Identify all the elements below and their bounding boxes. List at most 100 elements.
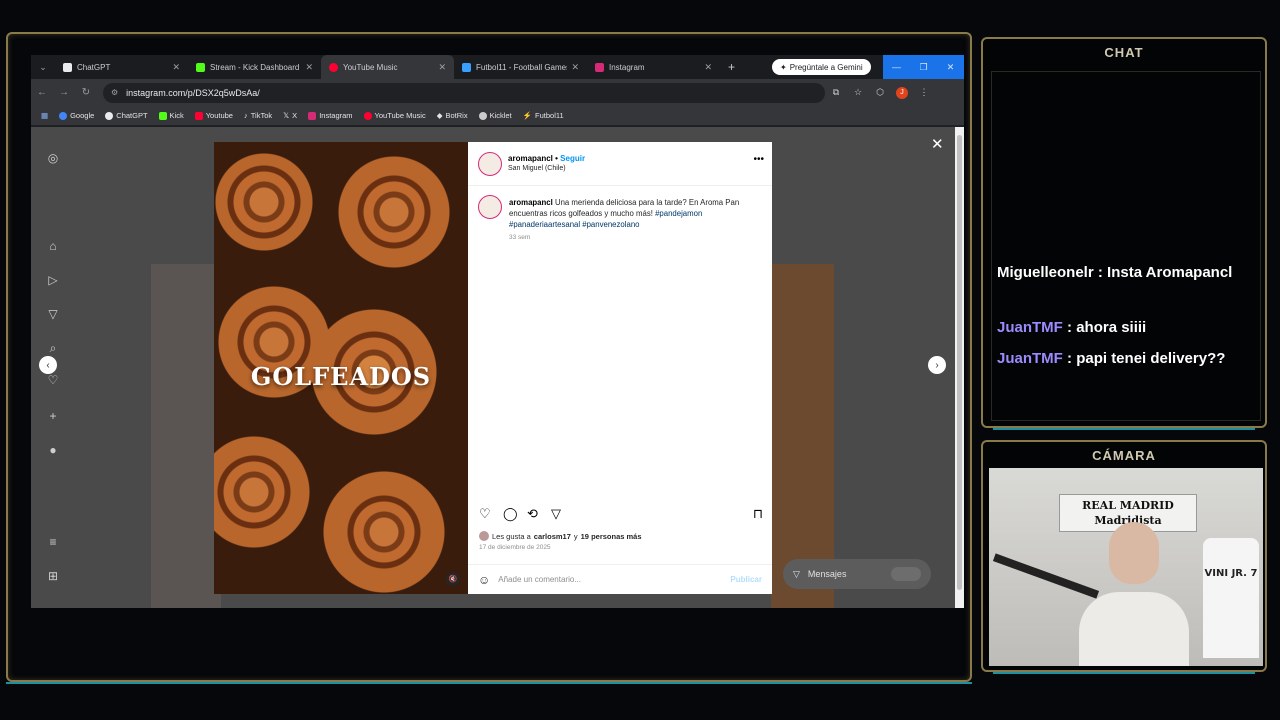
extensions-icon[interactable]: ⬡ bbox=[869, 87, 891, 98]
chat-message: JuanTMF : papi tenei delivery?? bbox=[997, 350, 1226, 367]
reels-icon[interactable]: ▷ bbox=[46, 273, 60, 287]
tab-label: YouTube Music bbox=[343, 62, 398, 72]
profile-icon[interactable]: ● bbox=[46, 443, 60, 457]
futbol11-icon bbox=[462, 62, 471, 72]
profile-avatar[interactable]: J bbox=[891, 86, 913, 99]
instagram-icon bbox=[595, 62, 604, 72]
close-tab-icon[interactable]: ✕ bbox=[172, 62, 180, 73]
post-image: GOLFEADOS 🔇 bbox=[214, 142, 468, 594]
tab-search-icon[interactable]: ⌄ bbox=[31, 62, 55, 73]
post-image-text: GOLFEADOS bbox=[250, 362, 432, 391]
bookmark-tiktok[interactable]: ♪ TikTok bbox=[240, 111, 276, 120]
tab-kick-dashboard[interactable]: Stream - Kick Dashboard ✕ bbox=[188, 55, 321, 79]
reload-icon[interactable]: ↻ bbox=[75, 87, 97, 98]
menu-icon[interactable]: ⋮ bbox=[913, 87, 935, 98]
tab-youtube-music[interactable]: YouTube Music ✕ bbox=[321, 55, 454, 79]
notifications-icon[interactable]: ♡ bbox=[46, 373, 60, 387]
tab-label: ChatGPT bbox=[77, 62, 111, 72]
background-post bbox=[151, 264, 221, 608]
comment-input[interactable]: Añade un comentario... bbox=[498, 575, 581, 584]
post-actions: ♡ ◯ ⟲ ▽ ⊓ bbox=[468, 503, 772, 525]
scrollbar-thumb[interactable] bbox=[957, 135, 962, 590]
bookmark-botrix[interactable]: ◆ BotRix bbox=[433, 111, 472, 120]
bookmark-google[interactable]: Google bbox=[55, 111, 98, 120]
tab-strip: ⌄ ChatGPT ✕ Stream - Kick Dashboard ✕ Yo… bbox=[31, 55, 964, 79]
repost-icon[interactable]: ⟲ bbox=[527, 506, 538, 522]
chat-username: JuanTMF bbox=[997, 350, 1063, 367]
apps-icon[interactable]: ▦ bbox=[37, 111, 52, 120]
tab-label: Instagram bbox=[609, 62, 645, 72]
tab-instagram[interactable]: Instagram ✕ bbox=[587, 55, 720, 79]
tab-futbol11[interactable]: Futbol11 - Football Games ✕ bbox=[454, 55, 587, 79]
messages-button[interactable]: ▽ Mensajes bbox=[783, 559, 931, 589]
publish-button[interactable]: Publicar bbox=[730, 575, 762, 584]
post-details-panel: aromapancl • Seguir San Miguel (Chile) •… bbox=[468, 142, 772, 594]
kick-icon bbox=[158, 111, 167, 120]
search-icon[interactable]: ⌕ bbox=[46, 341, 60, 355]
avatar[interactable] bbox=[478, 195, 502, 219]
botrix-icon: ◆ bbox=[436, 111, 443, 120]
close-modal-button[interactable]: ✕ bbox=[931, 135, 944, 153]
gemini-button[interactable]: ✦ Pregúntale a Gemini bbox=[772, 59, 871, 75]
webcam-feed: REAL MADRID Madridista VINI JR. 7 bbox=[989, 468, 1263, 666]
bookmark-youtube[interactable]: Youtube bbox=[191, 111, 237, 120]
messages-label: Mensajes bbox=[807, 569, 847, 579]
youtube-music-icon bbox=[363, 111, 372, 120]
forward-icon[interactable]: → bbox=[53, 87, 75, 98]
home-icon[interactable]: ⌂ bbox=[46, 239, 60, 253]
bookmark-x[interactable]: 𝕏X bbox=[279, 111, 301, 120]
share-icon[interactable]: ▽ bbox=[551, 506, 561, 522]
chat-message: Miguelleonelr : Insta Aromapancl bbox=[997, 264, 1233, 281]
minimize-button[interactable]: — bbox=[883, 55, 910, 79]
prev-post-button[interactable]: ‹ bbox=[39, 356, 57, 374]
instagram-logo-icon[interactable]: ◎ bbox=[46, 151, 60, 165]
address-bar[interactable]: ⚙ instagram.com/p/DSX2q5wDsAa/ bbox=[103, 82, 825, 103]
bookmark-instagram[interactable]: Instagram bbox=[304, 111, 356, 120]
author-username[interactable]: aromapancl bbox=[508, 154, 553, 163]
avatar[interactable] bbox=[478, 152, 502, 176]
back-icon[interactable]: ← bbox=[31, 87, 53, 98]
chat-message: JuanTMF : ahora siiii bbox=[997, 319, 1147, 336]
likes-count[interactable]: 19 personas más bbox=[581, 532, 642, 541]
direct-icon: ▽ bbox=[793, 568, 800, 579]
instagram-page: ◎ ⌂ ▷ ▽ ⌕ ♡ + ● ≡ ⊞ GOLFEADOS 🔇 aromapan… bbox=[31, 127, 955, 608]
background-post bbox=[771, 264, 834, 608]
install-app-icon[interactable]: ⧉ bbox=[825, 87, 847, 98]
emoji-icon[interactable]: ☺ bbox=[478, 573, 490, 587]
close-window-button[interactable]: ✕ bbox=[937, 55, 964, 79]
camera-overlay: CÁMARA REAL MADRID Madridista VINI JR. 7 bbox=[981, 440, 1267, 674]
bookmark-star-icon[interactable]: ☆ bbox=[847, 87, 869, 98]
site-info-icon[interactable]: ⚙ bbox=[111, 88, 118, 97]
close-tab-icon[interactable]: ✕ bbox=[704, 62, 712, 73]
bookmark-futbol11[interactable]: ⚡ Futbol11 bbox=[519, 111, 568, 120]
close-tab-icon[interactable]: ✕ bbox=[305, 62, 313, 73]
save-icon[interactable]: ⊓ bbox=[753, 506, 763, 522]
post-location[interactable]: San Miguel (Chile) bbox=[508, 165, 566, 172]
also-from-meta-icon[interactable]: ⊞ bbox=[46, 569, 60, 583]
comment-icon[interactable]: ◯ bbox=[503, 506, 518, 522]
close-tab-icon[interactable]: ✕ bbox=[571, 62, 579, 73]
more-options-icon[interactable]: ••• bbox=[753, 154, 764, 165]
page-scrollbar[interactable] bbox=[955, 127, 964, 608]
new-tab-button[interactable]: + bbox=[720, 60, 743, 74]
kick-icon bbox=[196, 62, 205, 72]
direct-icon[interactable]: ▽ bbox=[46, 307, 60, 321]
caption-username[interactable]: aromapancl bbox=[509, 198, 553, 207]
create-icon[interactable]: + bbox=[46, 409, 60, 423]
bookmark-youtube-music[interactable]: YouTube Music bbox=[360, 111, 430, 120]
next-post-button[interactable]: › bbox=[928, 356, 946, 374]
bookmark-kick[interactable]: Kick bbox=[155, 111, 188, 120]
follow-button[interactable]: Seguir bbox=[560, 154, 585, 163]
bookmark-kicklet[interactable]: Kicklet bbox=[475, 111, 516, 120]
address-bar-row: ← → ↻ ⚙ instagram.com/p/DSX2q5wDsAa/ ⧉ ☆… bbox=[31, 79, 964, 106]
chat-text: ahora siiii bbox=[1076, 319, 1147, 336]
url-text: instagram.com/p/DSX2q5wDsAa/ bbox=[126, 87, 260, 98]
like-icon[interactable]: ♡ bbox=[479, 506, 491, 522]
more-menu-icon[interactable]: ≡ bbox=[46, 535, 60, 549]
close-tab-icon[interactable]: ✕ bbox=[438, 62, 446, 73]
liker-username[interactable]: carlosm17 bbox=[534, 532, 571, 541]
bookmark-chatgpt[interactable]: ChatGPT bbox=[101, 111, 151, 120]
restore-button[interactable]: ❐ bbox=[910, 55, 937, 79]
mute-icon[interactable]: 🔇 bbox=[446, 572, 460, 586]
tab-chatgpt[interactable]: ChatGPT ✕ bbox=[55, 55, 188, 79]
